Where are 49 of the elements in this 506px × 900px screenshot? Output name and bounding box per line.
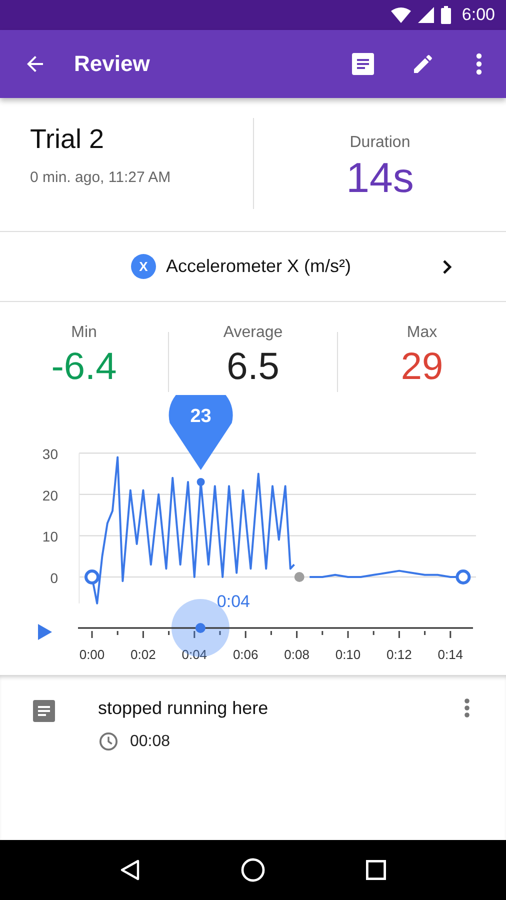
- y-axis-label: 10: [42, 528, 58, 545]
- clock-icon: [99, 732, 118, 751]
- sensor-selector[interactable]: X Accelerometer X (m/s²): [0, 232, 506, 302]
- crop-end-handle[interactable]: [456, 570, 471, 584]
- scrubber-time: 0:04: [216, 592, 250, 611]
- note-marker: [294, 572, 304, 582]
- stat-label: Average: [222, 324, 284, 342]
- more-options-icon[interactable]: [476, 53, 482, 75]
- x-axis-label: 0:00: [79, 647, 105, 662]
- bubble-value: 23: [190, 406, 212, 427]
- chevron-right-icon: [442, 260, 452, 274]
- battery-icon: [440, 6, 451, 24]
- more-options-icon[interactable]: [464, 698, 470, 718]
- stat-value: -6.4: [51, 346, 117, 389]
- back-icon[interactable]: [120, 859, 140, 881]
- signal-icon: [418, 7, 434, 23]
- duration-label: Duration: [348, 134, 412, 152]
- x-axis-label: 0:02: [130, 647, 156, 662]
- play-button[interactable]: [38, 624, 52, 640]
- trial-title: Trial 2: [30, 124, 106, 155]
- sensor-badge: X: [131, 254, 156, 279]
- pencil-icon[interactable]: [411, 52, 435, 76]
- duration-value: 14s: [345, 154, 415, 202]
- home-icon[interactable]: [240, 858, 265, 882]
- note-icon: [33, 700, 55, 722]
- x-axis-label: 0:14: [438, 647, 464, 662]
- note-text: stopped running here: [98, 698, 270, 719]
- trial-timestamp: 0 min. ago, 11:27 AM: [30, 169, 172, 186]
- recent-apps-icon[interactable]: [366, 860, 386, 880]
- wifi-icon: [390, 7, 411, 23]
- y-axis-label: 0: [50, 570, 58, 586]
- stat-label: Max: [406, 324, 438, 342]
- y-axis-label: 30: [42, 446, 58, 462]
- data-point: [196, 478, 205, 486]
- notes-icon[interactable]: [351, 52, 375, 76]
- x-axis-label: 0:06: [232, 647, 258, 662]
- stat-value: 29: [400, 346, 444, 389]
- stat-value: 6.5: [226, 346, 280, 389]
- x-axis-label: 0:10: [335, 647, 361, 662]
- x-axis-label: 0:12: [386, 647, 412, 662]
- x-axis-label: 0:08: [284, 647, 310, 662]
- y-axis-label: 20: [42, 487, 58, 504]
- scrubber-thumb[interactable]: [195, 623, 206, 633]
- crop-start-handle[interactable]: [84, 570, 100, 584]
- clock-time: 6:00: [462, 5, 495, 25]
- x-axis-label: 0:04: [182, 647, 208, 662]
- screen-title: Review: [74, 51, 151, 77]
- note-timestamp: 00:08: [130, 732, 170, 750]
- stat-label: Min: [70, 324, 98, 342]
